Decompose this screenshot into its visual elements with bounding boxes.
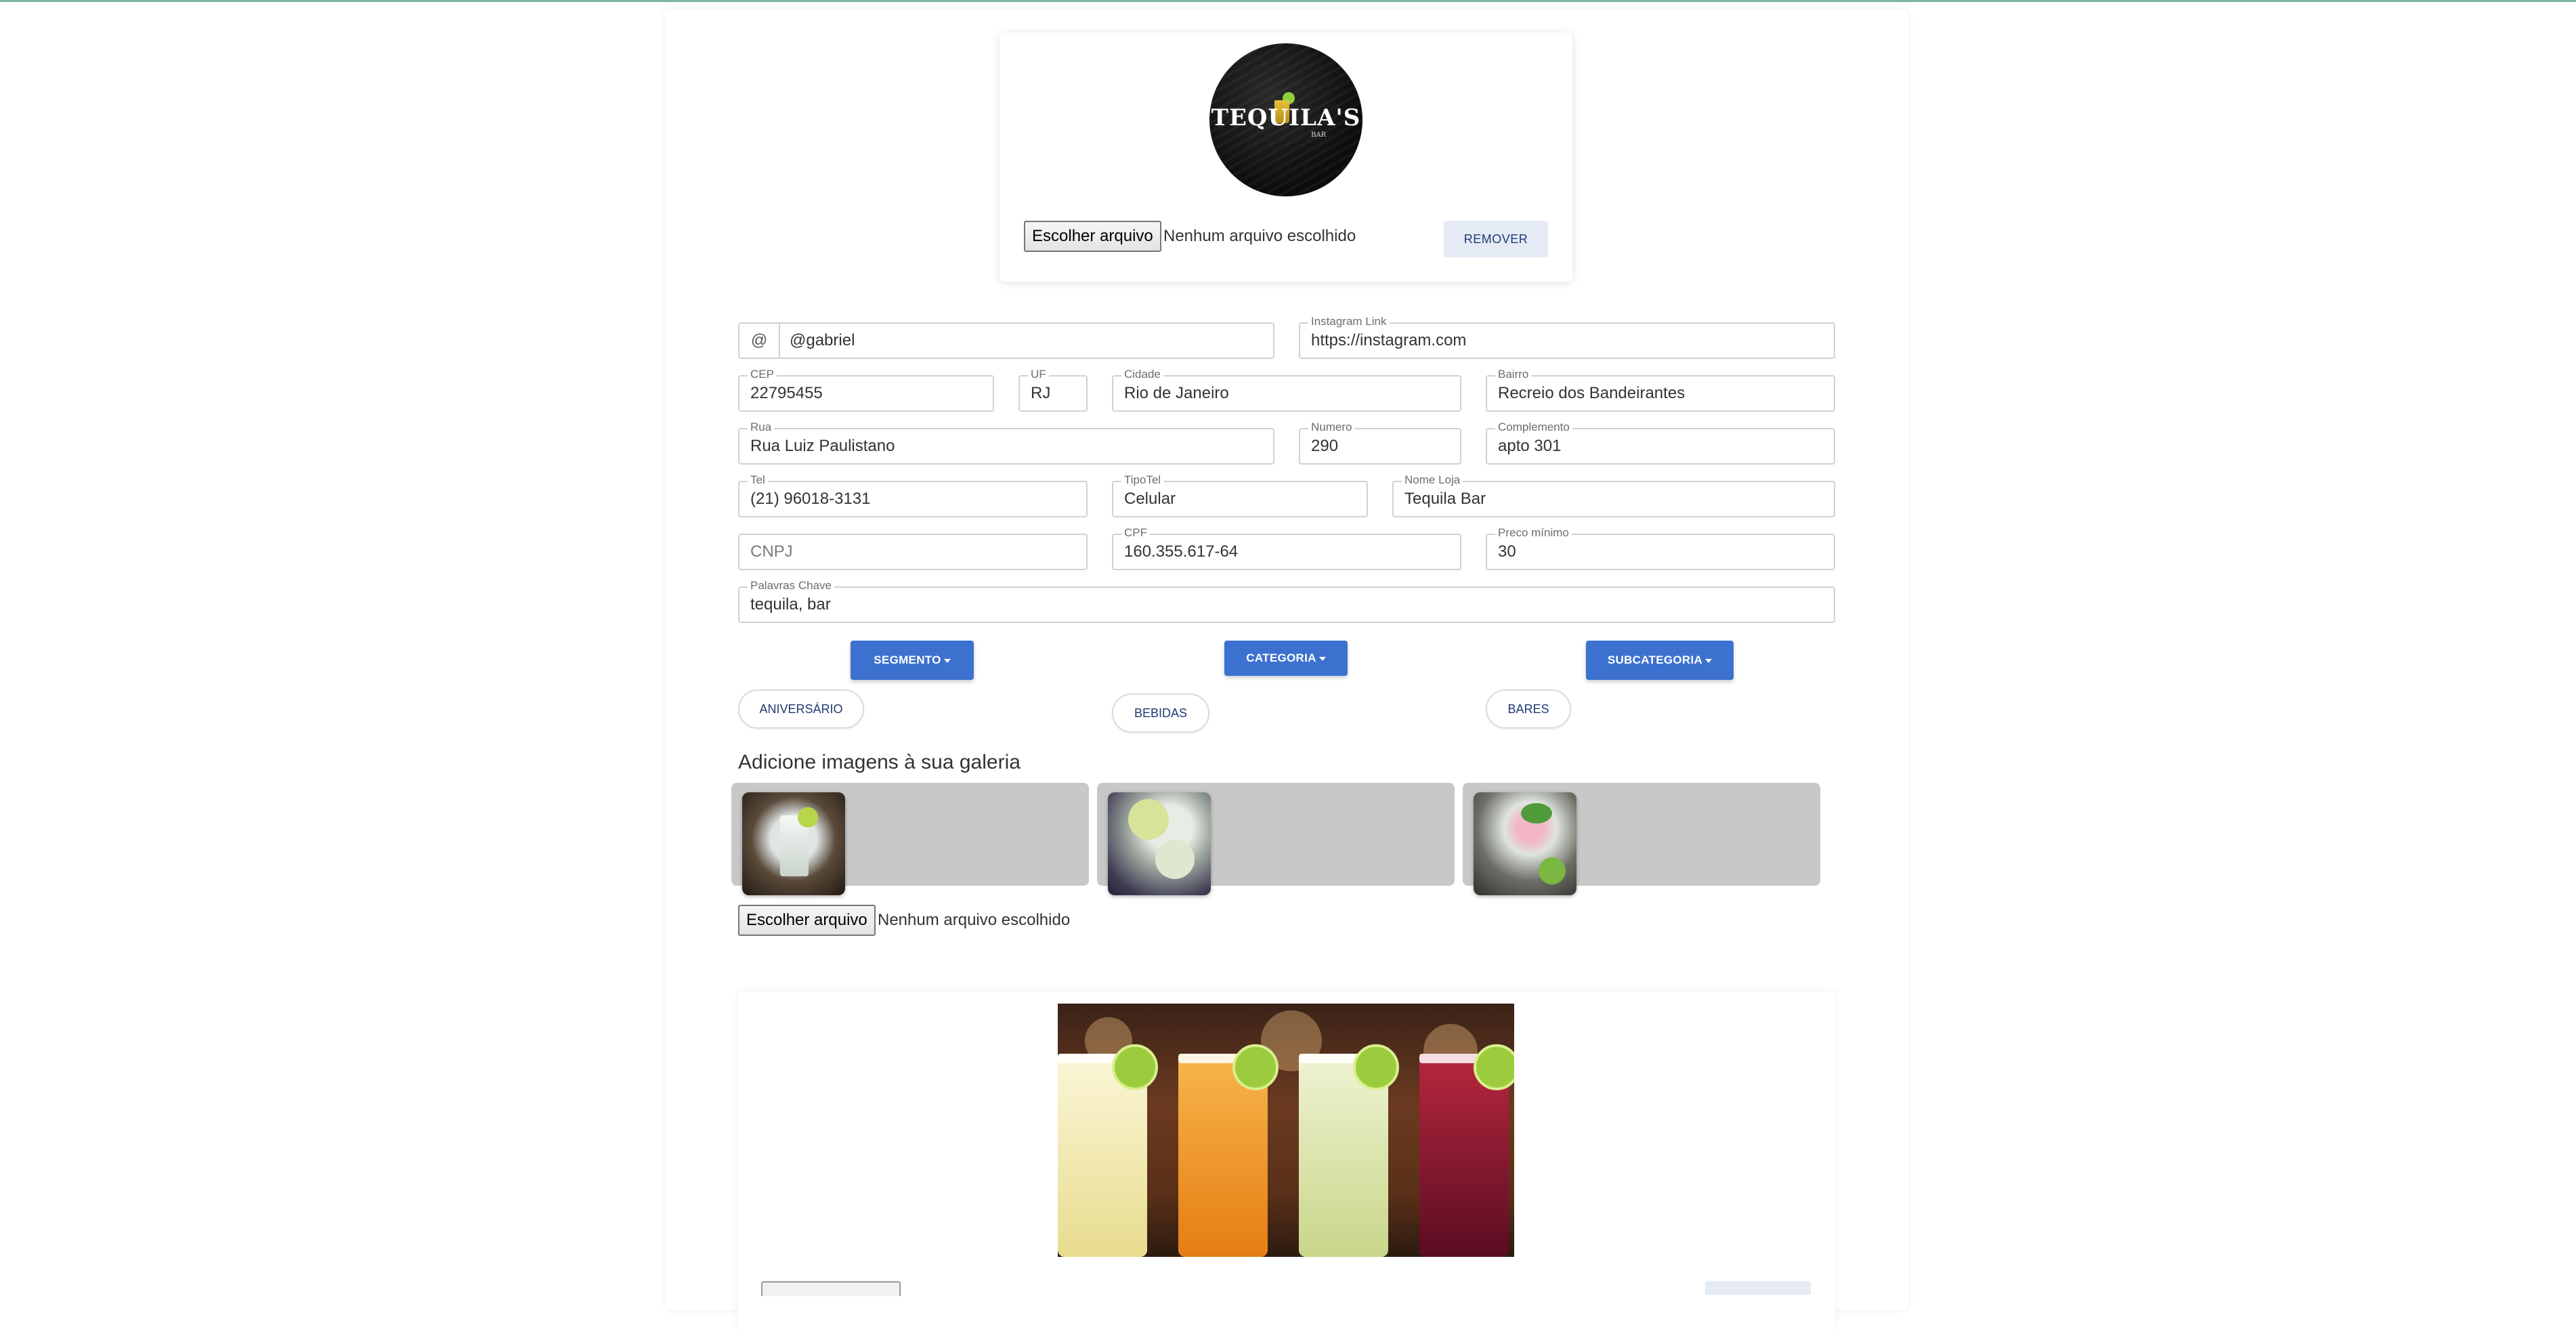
lime-wedge xyxy=(1112,1044,1158,1090)
complemento-field[interactable]: Complemento apto 301 xyxy=(1486,421,1835,465)
tel-field[interactable]: Tel (21) 96018-3131 xyxy=(738,473,1088,517)
field-value: Celular xyxy=(1124,490,1176,508)
field-value: (21) 96018-3131 xyxy=(750,490,871,508)
field-value: Rio de Janeiro xyxy=(1124,384,1229,402)
numero-field[interactable]: Numero 290 xyxy=(1299,421,1461,465)
chip-bebidas[interactable]: BEBIDAS xyxy=(1112,693,1209,733)
gallery-image-3[interactable] xyxy=(1474,792,1576,895)
dropdown-label: SUBCATEGORIA xyxy=(1607,653,1703,666)
drink-glass-yellow xyxy=(1058,1044,1158,1257)
segmento-dropdown-button[interactable]: SEGMENTO xyxy=(851,641,974,680)
field-value: 160.355.617-64 xyxy=(1124,542,1239,561)
top-accent-line xyxy=(0,0,2576,2)
field-value: https://instagram.com xyxy=(1311,331,1467,349)
caret-down-icon xyxy=(1318,656,1326,661)
gallery-choose-file-button[interactable]: Escolher arquivo xyxy=(738,905,876,936)
drink-glass-orange xyxy=(1178,1044,1279,1257)
lime-wedge xyxy=(1232,1044,1279,1090)
gallery-file-status: Nenhum arquivo escolhido xyxy=(878,911,1071,929)
cep-field[interactable]: CEP 22795455 xyxy=(738,368,994,412)
field-value: RJ xyxy=(1031,384,1051,402)
cnpj-field[interactable]: CNPJ xyxy=(738,534,1088,570)
logo-subtext: BAR xyxy=(1311,131,1327,139)
field-value: apto 301 xyxy=(1498,437,1562,455)
gallery-image-2[interactable] xyxy=(1108,792,1211,895)
gallery-image-1[interactable] xyxy=(742,792,845,895)
chip-aniversario[interactable]: ANIVERSÁRIO xyxy=(738,689,864,729)
caret-down-icon xyxy=(1705,658,1713,663)
cover-image[interactable] xyxy=(1058,1004,1514,1257)
rua-field[interactable]: Rua Rua Luiz Paulistano xyxy=(738,421,1274,465)
cover-remove-button[interactable] xyxy=(1705,1281,1811,1295)
instagram-user-field[interactable]: @ @gabriel xyxy=(738,322,1274,359)
remove-logo-button[interactable]: REMOVER xyxy=(1444,221,1548,257)
drink-glass-red xyxy=(1419,1044,1514,1257)
gallery-title: Adicione imagens à sua galeria xyxy=(738,751,1021,773)
nome-loja-field[interactable]: Nome Loja Tequila Bar xyxy=(1392,473,1835,517)
uf-field[interactable]: UF RJ xyxy=(1018,368,1088,412)
field-value: 30 xyxy=(1498,542,1516,561)
palavras-chave-field[interactable]: Palavras Chave tequila, bar xyxy=(738,579,1835,623)
instagram-user-value: @gabriel xyxy=(790,331,855,349)
categoria-dropdown-button[interactable]: CATEGORIA xyxy=(1224,641,1348,676)
mint-garnish xyxy=(1521,803,1552,823)
store-logo: TEQUILA'S BAR xyxy=(1209,43,1362,196)
lime-garnish xyxy=(1539,857,1566,884)
lime-wedge xyxy=(1474,1044,1514,1090)
cover-choose-file-button[interactable] xyxy=(761,1281,901,1296)
bairro-field[interactable]: Bairro Recreio dos Bandeirantes xyxy=(1486,368,1835,412)
logo-text: TEQUILA'S xyxy=(1211,104,1361,131)
logo-file-status: Nenhum arquivo escolhido xyxy=(1163,227,1356,245)
field-value: 22795455 xyxy=(750,384,823,402)
lime-garnish xyxy=(798,807,818,828)
cidade-field[interactable]: Cidade Rio de Janeiro xyxy=(1112,368,1461,412)
preco-minimo-field[interactable]: Preco mínimo 30 xyxy=(1486,526,1835,570)
subcategoria-dropdown-button[interactable]: SUBCATEGORIA xyxy=(1586,641,1734,680)
lime-garnish xyxy=(1155,840,1195,879)
cnpj-placeholder: CNPJ xyxy=(750,542,793,561)
field-value: tequila, bar xyxy=(750,595,831,614)
lime-wedge xyxy=(1353,1044,1399,1090)
lime-garnish xyxy=(1128,799,1169,840)
caret-down-icon xyxy=(943,658,951,663)
at-prefix: @ xyxy=(739,324,780,358)
field-value: Tequila Bar xyxy=(1404,490,1486,508)
field-value: Rua Luiz Paulistano xyxy=(750,437,895,455)
field-value: 290 xyxy=(1311,437,1339,455)
instagram-link-field[interactable]: Instagram Link https://instagram.com xyxy=(1299,315,1835,359)
chip-bares[interactable]: BARES xyxy=(1486,689,1571,729)
logo-choose-file-button[interactable]: Escolher arquivo xyxy=(1024,221,1161,252)
drink-glass-green xyxy=(1299,1044,1399,1257)
dropdown-label: SEGMENTO xyxy=(874,653,941,666)
field-value: Recreio dos Bandeirantes xyxy=(1498,384,1686,402)
cpf-field[interactable]: CPF 160.355.617-64 xyxy=(1112,526,1461,570)
dropdown-label: CATEGORIA xyxy=(1246,651,1316,664)
tipotel-field[interactable]: TipoTel Celular xyxy=(1112,473,1368,517)
